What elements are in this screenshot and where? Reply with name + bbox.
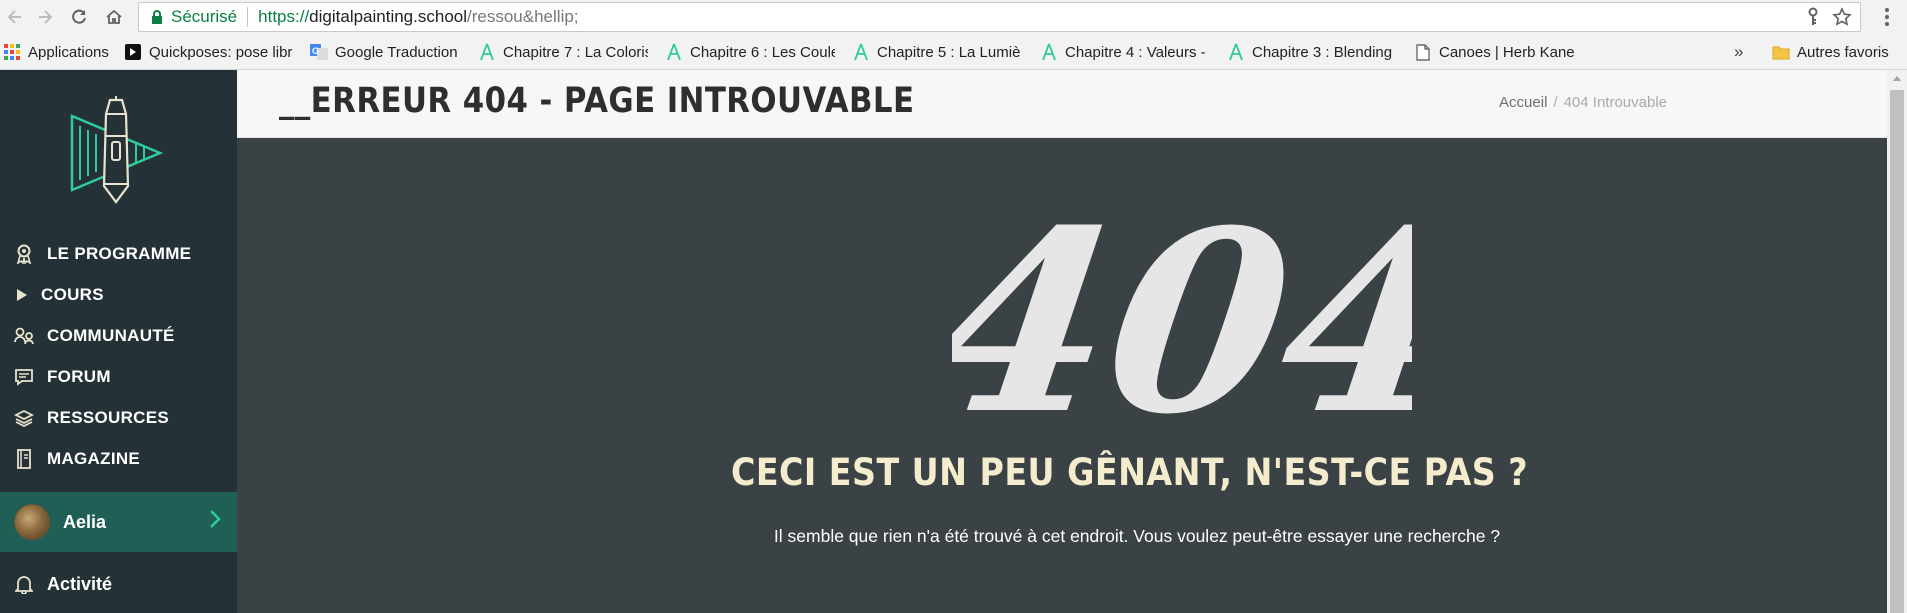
other-bookmarks-label: Autres favoris xyxy=(1797,43,1889,61)
bookmark-chapitre-4[interactable]: Chapitre 4 : Valeurs - xyxy=(1040,34,1210,70)
course-logo-icon xyxy=(852,43,870,61)
sidebar-item-label: COURS xyxy=(41,284,104,304)
forward-button[interactable] xyxy=(32,4,58,30)
breadcrumb-current: 404 Introuvable xyxy=(1563,94,1667,111)
sidebar-item-communaute[interactable]: COMMUNAUTÉ xyxy=(0,315,237,356)
chat-icon xyxy=(14,367,34,387)
book-icon xyxy=(14,448,34,469)
bell-icon xyxy=(14,574,34,594)
omnibox-actions xyxy=(1804,7,1852,27)
home-button[interactable] xyxy=(101,4,127,30)
play-icon xyxy=(14,285,29,305)
scrollbar-thumb[interactable] xyxy=(1890,90,1904,613)
folder-icon xyxy=(1772,43,1790,61)
secure-label: Sécurisé xyxy=(171,7,238,26)
lock-icon xyxy=(152,10,162,24)
sidebar-item-ressources[interactable]: RESSOURCES xyxy=(0,397,237,438)
browser-toolbar: Sécurisé https://digitalpainting.school /… xyxy=(0,0,1907,34)
sidebar-item-programme[interactable]: LE PROGRAMME xyxy=(0,233,237,274)
bookmarks-overflow-button[interactable]: » xyxy=(1734,42,1743,62)
bookmark-google-traduction[interactable]: G Google Traduction xyxy=(310,34,470,70)
apps-grid-icon xyxy=(3,43,21,61)
main-content: 404 CECI EST UN PEU GÊNANT, N'EST-CE PAS… xyxy=(237,138,1887,613)
url-scheme: https:// xyxy=(258,7,310,26)
pen-play-logo-icon xyxy=(70,96,164,204)
page-icon xyxy=(1414,43,1432,61)
bookmarks-bar: Applications Quickposes: pose libr G Goo… xyxy=(0,34,1907,70)
sidebar-item-label: RESSOURCES xyxy=(47,407,170,427)
sidebar: LE PROGRAMME COURS COMMUNAUTÉ FORUM RESS… xyxy=(0,70,237,613)
chevron-right-icon xyxy=(210,510,221,528)
error-heading: CECI EST UN PEU GÊNANT, N'EST-CE PAS ? xyxy=(730,451,1529,494)
sidebar-menu: LE PROGRAMME COURS COMMUNAUTÉ FORUM RESS… xyxy=(0,233,237,479)
content-header: __ERREUR 404 - PAGE INTROUVABLE Accueil /… xyxy=(237,70,1887,138)
star-icon[interactable] xyxy=(1832,7,1852,27)
bookmark-chapitre-6[interactable]: Chapitre 6 : Les Coule xyxy=(665,34,835,70)
bookmark-label: Canoes | Herb Kane xyxy=(1439,43,1575,61)
bookmark-label: Chapitre 3 : Blending xyxy=(1252,43,1393,61)
user-name: Aelia xyxy=(63,511,107,532)
badge-icon xyxy=(14,244,34,264)
bookmark-chapitre-7[interactable]: Chapitre 7 : La Coloris xyxy=(478,34,648,70)
key-icon[interactable] xyxy=(1804,7,1822,27)
url-host: digitalpainting.school xyxy=(309,7,468,26)
back-button[interactable] xyxy=(2,4,28,30)
bookmark-quickposes[interactable]: Quickposes: pose libr xyxy=(124,34,296,70)
quickposes-icon xyxy=(124,43,142,61)
google-translate-icon: G xyxy=(310,43,328,61)
bookmark-label: Quickposes: pose libr xyxy=(149,43,293,61)
site-logo[interactable] xyxy=(66,96,166,206)
user-profile-row[interactable]: Aelia xyxy=(0,492,237,552)
url-path: /ressou&hellip; xyxy=(467,7,579,26)
back-arrow-icon xyxy=(7,10,21,24)
home-icon xyxy=(106,9,122,24)
course-logo-icon xyxy=(665,43,683,61)
error-code-text: 404 xyxy=(952,176,1412,470)
layers-icon xyxy=(14,408,34,428)
sidebar-item-label: COMMUNAUTÉ xyxy=(47,325,175,345)
browser-menu-button[interactable] xyxy=(1875,5,1899,29)
breadcrumb-home-link[interactable]: Accueil xyxy=(1499,94,1547,111)
reload-button[interactable] xyxy=(66,4,92,30)
community-icon xyxy=(14,326,34,346)
omnibox-divider xyxy=(247,7,249,27)
bookmark-label: Applications xyxy=(28,43,109,61)
scroll-up-arrow-icon[interactable] xyxy=(1893,76,1901,81)
error-message: Il semble que rien n'a été trouvé à cet … xyxy=(773,526,1501,546)
bookmark-canoes[interactable]: Canoes | Herb Kane xyxy=(1414,34,1594,70)
page-title: __ERREUR 404 - PAGE INTROUVABLE xyxy=(279,81,915,121)
breadcrumb: Accueil / 404 Introuvable xyxy=(1499,94,1667,111)
bookmark-applications[interactable]: Applications xyxy=(3,34,113,70)
page-scrollbar[interactable] xyxy=(1887,70,1907,613)
bookmark-label: Chapitre 4 : Valeurs - xyxy=(1065,43,1206,61)
sidebar-item-label: MAGAZINE xyxy=(47,448,141,468)
address-bar[interactable]: Sécurisé https://digitalpainting.school /… xyxy=(138,2,1861,32)
bookmark-label: Chapitre 7 : La Coloris xyxy=(503,43,648,61)
reload-icon xyxy=(72,9,86,24)
sidebar-item-label: FORUM xyxy=(47,366,111,386)
sidebar-item-magazine[interactable]: MAGAZINE xyxy=(0,438,237,479)
bookmark-label: Google Traduction xyxy=(335,43,458,61)
sidebar-item-cours[interactable]: COURS xyxy=(0,274,237,315)
breadcrumb-separator: / xyxy=(1553,94,1558,111)
avatar xyxy=(14,504,50,540)
bookmark-chapitre-3[interactable]: Chapitre 3 : Blending xyxy=(1227,34,1397,70)
course-logo-icon xyxy=(1227,43,1245,61)
other-bookmarks-folder[interactable]: Autres favoris xyxy=(1772,34,1889,70)
activity-label: Activité xyxy=(47,573,113,594)
bookmark-chapitre-5[interactable]: Chapitre 5 : La Lumiè xyxy=(852,34,1022,70)
svg-text:G: G xyxy=(312,46,319,56)
sidebar-item-forum[interactable]: FORUM xyxy=(0,356,237,397)
forward-arrow-icon xyxy=(39,10,53,24)
sidebar-item-activite[interactable]: Activité xyxy=(0,564,237,604)
course-logo-icon xyxy=(478,43,496,61)
sidebar-item-label: LE PROGRAMME xyxy=(47,243,192,263)
bookmark-label: Chapitre 5 : La Lumiè xyxy=(877,43,1021,61)
bookmark-label: Chapitre 6 : Les Coule xyxy=(690,43,835,61)
course-logo-icon xyxy=(1040,43,1058,61)
